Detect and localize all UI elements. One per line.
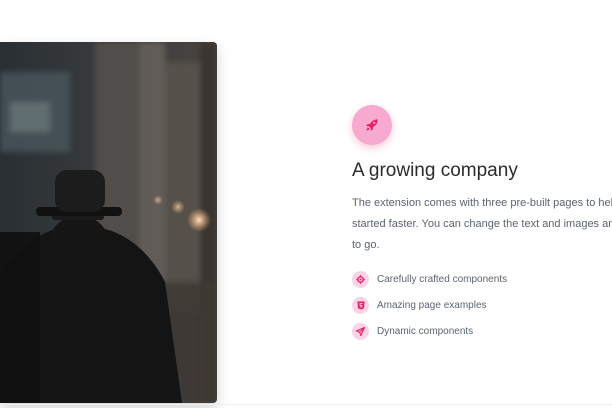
list-item-label: Dynamic components: [377, 325, 474, 337]
paper-plane-icon: [352, 322, 369, 340]
html5-icon: [352, 296, 369, 314]
feature-list: Carefully crafted components Amazing pag…: [352, 266, 507, 344]
feature-description: The extension comes with three pre-built…: [352, 197, 612, 251]
list-item-label: Amazing page examples: [377, 299, 487, 311]
list-item: Dynamic components: [352, 318, 507, 344]
list-item-label: Carefully crafted components: [377, 273, 508, 285]
divider: [0, 404, 612, 405]
feature-photo: [0, 42, 217, 403]
rocket-icon: [352, 105, 392, 145]
list-item: Carefully crafted components: [352, 266, 507, 292]
page: A growing company The extension comes wi…: [0, 0, 612, 408]
feature-title: A growing company: [352, 160, 518, 181]
list-item: Amazing page examples: [352, 292, 507, 318]
settings-icon: [352, 270, 369, 288]
